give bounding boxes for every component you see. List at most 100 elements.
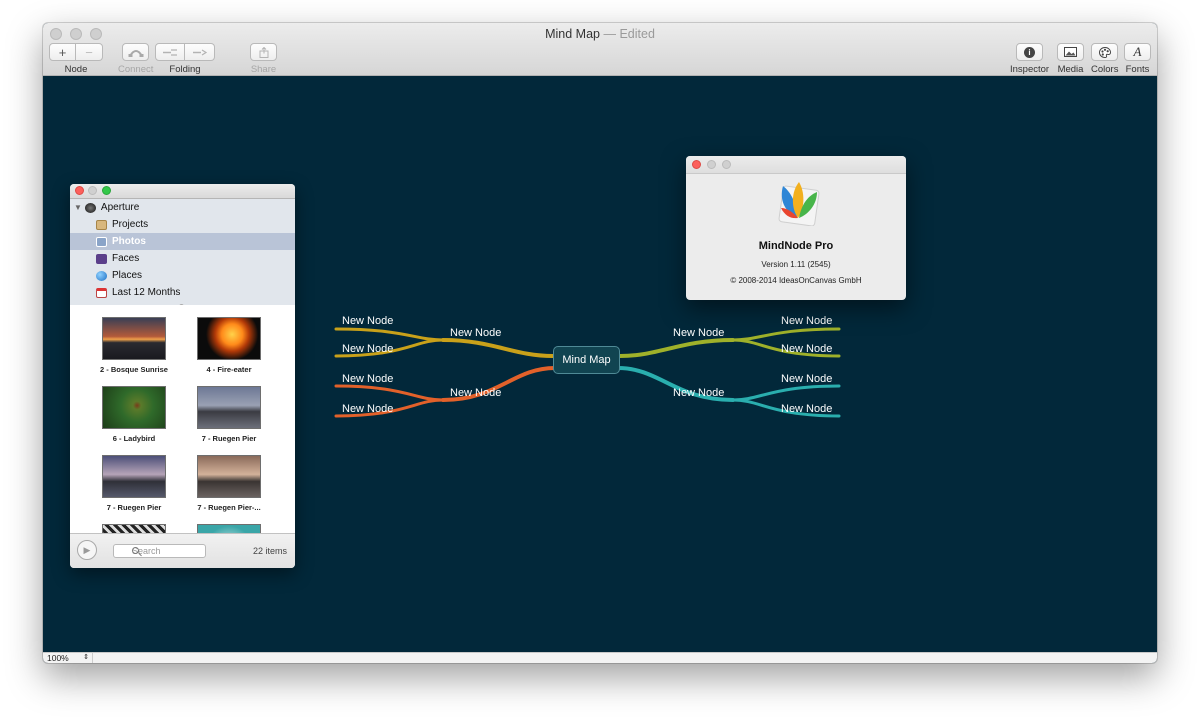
fold-button[interactable] — [155, 43, 185, 61]
inspector-control: i Inspector — [1010, 43, 1049, 75]
panel-footer: ▶ Search 22 items — [70, 533, 295, 568]
photo-thumbnail[interactable]: 7 - Ruegen Pier — [179, 386, 279, 443]
zoom-stepper-icon[interactable]: ⇕ — [83, 653, 89, 663]
leaf-node[interactable]: New Node — [781, 343, 832, 355]
slideshow-play-button[interactable]: ▶ — [77, 540, 97, 560]
photo-thumbnail[interactable]: 7 - Ruegen Pier-... — [179, 455, 279, 512]
photo-label: 4 - Fire-eater — [206, 365, 252, 374]
aperture-media-panel: ▼ Aperture Projects Photos Faces Places … — [70, 184, 295, 568]
leaf-node[interactable]: New Node — [781, 403, 832, 415]
media-photo-icon — [1064, 47, 1077, 57]
node-label: Node — [64, 64, 88, 75]
source-item-label: Photos — [112, 236, 146, 247]
photo-label: 6 - Ladybird — [112, 434, 156, 443]
about-close-button[interactable] — [692, 160, 701, 169]
inspector-label: Inspector — [1010, 64, 1050, 75]
places-globe-icon — [96, 270, 107, 281]
photo-image — [102, 455, 166, 498]
media-button[interactable] — [1057, 43, 1084, 61]
leaf-line — [731, 327, 841, 342]
panel-minimize-button[interactable] — [88, 186, 97, 195]
disclosure-triangle-icon[interactable]: ▼ — [74, 203, 82, 212]
connect-button[interactable] — [122, 43, 150, 61]
source-item-faces[interactable]: Faces — [70, 250, 295, 267]
colors-button[interactable] — [1091, 43, 1119, 61]
photo-image — [197, 386, 261, 429]
zoom-level-field[interactable]: 100% ⇕ — [47, 653, 93, 663]
about-version: Version 1.11 (2545) — [761, 260, 831, 269]
media-control: Media — [1057, 43, 1084, 75]
colors-control: Colors — [1091, 43, 1118, 75]
branch-node-right-lower[interactable]: New Node — [673, 387, 724, 399]
mind-map-canvas[interactable]: New Node New Node New Node New Node New … — [43, 76, 1157, 652]
about-dialog: MindNode Pro Version 1.11 (2545) © 2008-… — [686, 156, 906, 300]
folding-label: Folding — [169, 64, 201, 75]
about-zoom-button[interactable] — [722, 160, 731, 169]
about-minimize-button[interactable] — [707, 160, 716, 169]
remove-node-button[interactable]: − — [76, 43, 103, 61]
leaf-line — [334, 384, 445, 402]
panel-zoom-button[interactable] — [102, 186, 111, 195]
colors-label: Colors — [1091, 64, 1119, 75]
leaf-node[interactable]: New Node — [781, 315, 832, 327]
photo-thumbnail[interactable]: 4 - Fire-eater — [179, 317, 279, 374]
source-item-places[interactable]: Places — [70, 267, 295, 284]
leaf-node[interactable]: New Node — [342, 403, 393, 415]
leaf-node[interactable]: New Node — [342, 315, 393, 327]
inspector-button[interactable]: i — [1016, 43, 1044, 61]
panel-close-button[interactable] — [75, 186, 84, 195]
photo-image — [197, 455, 261, 498]
color-palette-icon — [1098, 46, 1111, 58]
photo-grid[interactable]: 2 - Bosque Sunrise 4 - Fire-eater 6 - La… — [70, 305, 295, 534]
branch-node-right-upper[interactable]: New Node — [673, 327, 724, 339]
source-item-label: Places — [112, 270, 143, 281]
projects-icon — [96, 219, 107, 230]
about-title-bar — [686, 156, 906, 174]
connect-label: Connect — [118, 64, 154, 75]
unfold-icon — [192, 48, 207, 56]
photo-label: 7 - Ruegen Pier — [106, 503, 162, 512]
leaf-node[interactable]: New Node — [342, 373, 393, 385]
photo-label: 2 - Bosque Sunrise — [100, 365, 168, 374]
search-icon — [132, 547, 139, 554]
source-item-photos[interactable]: Photos — [70, 233, 295, 250]
photo-search-field[interactable]: Search — [113, 544, 206, 558]
panel-title-bar — [70, 184, 295, 199]
add-node-button[interactable]: + — [49, 43, 76, 61]
branch-node-left-lower[interactable]: New Node — [450, 387, 501, 399]
node-control: + − Node — [49, 43, 103, 75]
branch-line-left-upper — [441, 338, 555, 358]
share-icon — [259, 46, 268, 58]
photo-thumbnail[interactable]: 6 - Ladybird — [84, 386, 184, 443]
connect-icon — [128, 49, 144, 57]
window-title: Mind Map — Edited — [545, 27, 655, 41]
fonts-button[interactable]: A — [1124, 43, 1151, 61]
faces-icon — [96, 253, 107, 264]
leaf-node[interactable]: New Node — [781, 373, 832, 385]
central-node[interactable]: Mind Map — [553, 346, 620, 374]
share-button[interactable] — [250, 43, 277, 61]
photo-label: 7 - Ruegen Pier — [201, 434, 257, 443]
status-bar: 100% ⇕ — [43, 652, 1157, 663]
unfold-button[interactable] — [185, 43, 215, 61]
source-item-aperture[interactable]: ▼ Aperture — [70, 199, 295, 216]
source-item-label: Aperture — [100, 202, 140, 213]
photo-thumbnail[interactable]: 7 - Ruegen Pier — [84, 455, 184, 512]
fonts-label: Fonts — [1125, 64, 1150, 75]
source-item-label: Last 12 Months — [112, 287, 181, 298]
folding-control: Folding — [155, 43, 215, 75]
mindnode-window: Mind Map — Edited + − Node Connect Foldi… — [43, 23, 1157, 663]
play-icon: ▶ — [83, 544, 91, 555]
about-app-name: MindNode Pro — [758, 240, 834, 252]
leaf-node[interactable]: New Node — [342, 343, 393, 355]
photos-icon — [96, 236, 107, 247]
source-item-last-12-months[interactable]: Last 12 Months — [70, 284, 295, 301]
photo-thumbnail[interactable]: 2 - Bosque Sunrise — [84, 317, 184, 374]
calendar-icon — [96, 287, 107, 298]
leaf-line — [334, 327, 445, 342]
branch-line-right-upper — [618, 338, 735, 358]
source-item-projects[interactable]: Projects — [70, 216, 295, 233]
mindnode-app-icon — [778, 182, 820, 226]
branch-node-left-upper[interactable]: New Node — [450, 327, 501, 339]
source-item-label: Projects — [112, 219, 149, 230]
